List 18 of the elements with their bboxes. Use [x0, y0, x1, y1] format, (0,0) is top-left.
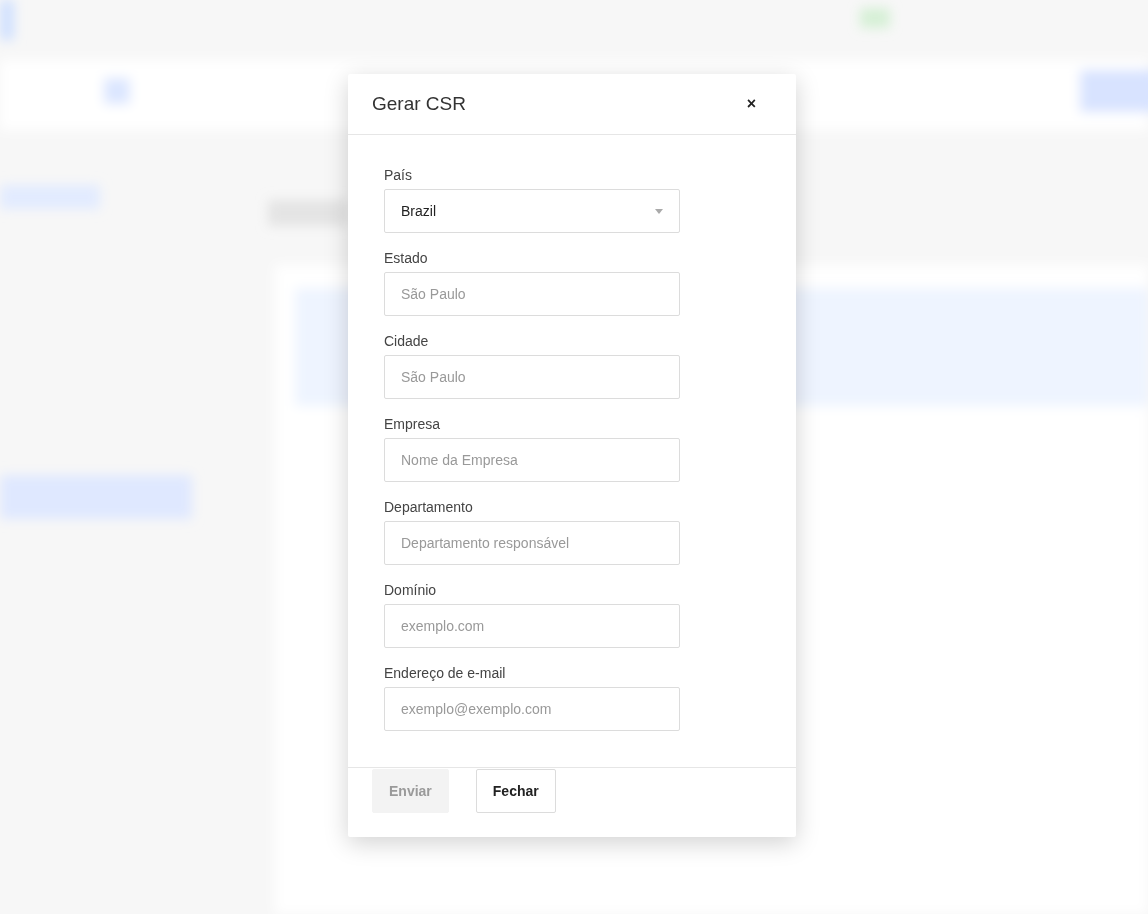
input-field[interactable]: São Paulo: [384, 355, 680, 399]
field-label: Endereço de e-mail: [384, 664, 506, 683]
input-field[interactable]: São Paulo: [384, 272, 680, 316]
field-label: Domínio: [384, 581, 437, 600]
input-field[interactable]: exemplo@exemplo.com: [384, 687, 680, 731]
field-label: País: [384, 166, 412, 185]
field-label: Empresa: [384, 415, 441, 434]
input-field[interactable]: Nome da Empresa: [384, 438, 680, 482]
input-field[interactable]: Departamento responsável: [384, 521, 680, 565]
field-label: Cidade: [384, 332, 429, 351]
close-button[interactable]: ×: [740, 93, 762, 115]
country-select[interactable]: Brazil: [384, 189, 680, 233]
caret-icon: [655, 208, 663, 214]
field-label: Departamento: [384, 498, 473, 517]
field-label: Estado: [384, 249, 428, 268]
modal-title: Gerar CSR: [372, 93, 466, 115]
input-field[interactable]: exemplo.com: [384, 604, 680, 648]
close-dialog-button[interactable]: Fechar: [475, 769, 556, 813]
